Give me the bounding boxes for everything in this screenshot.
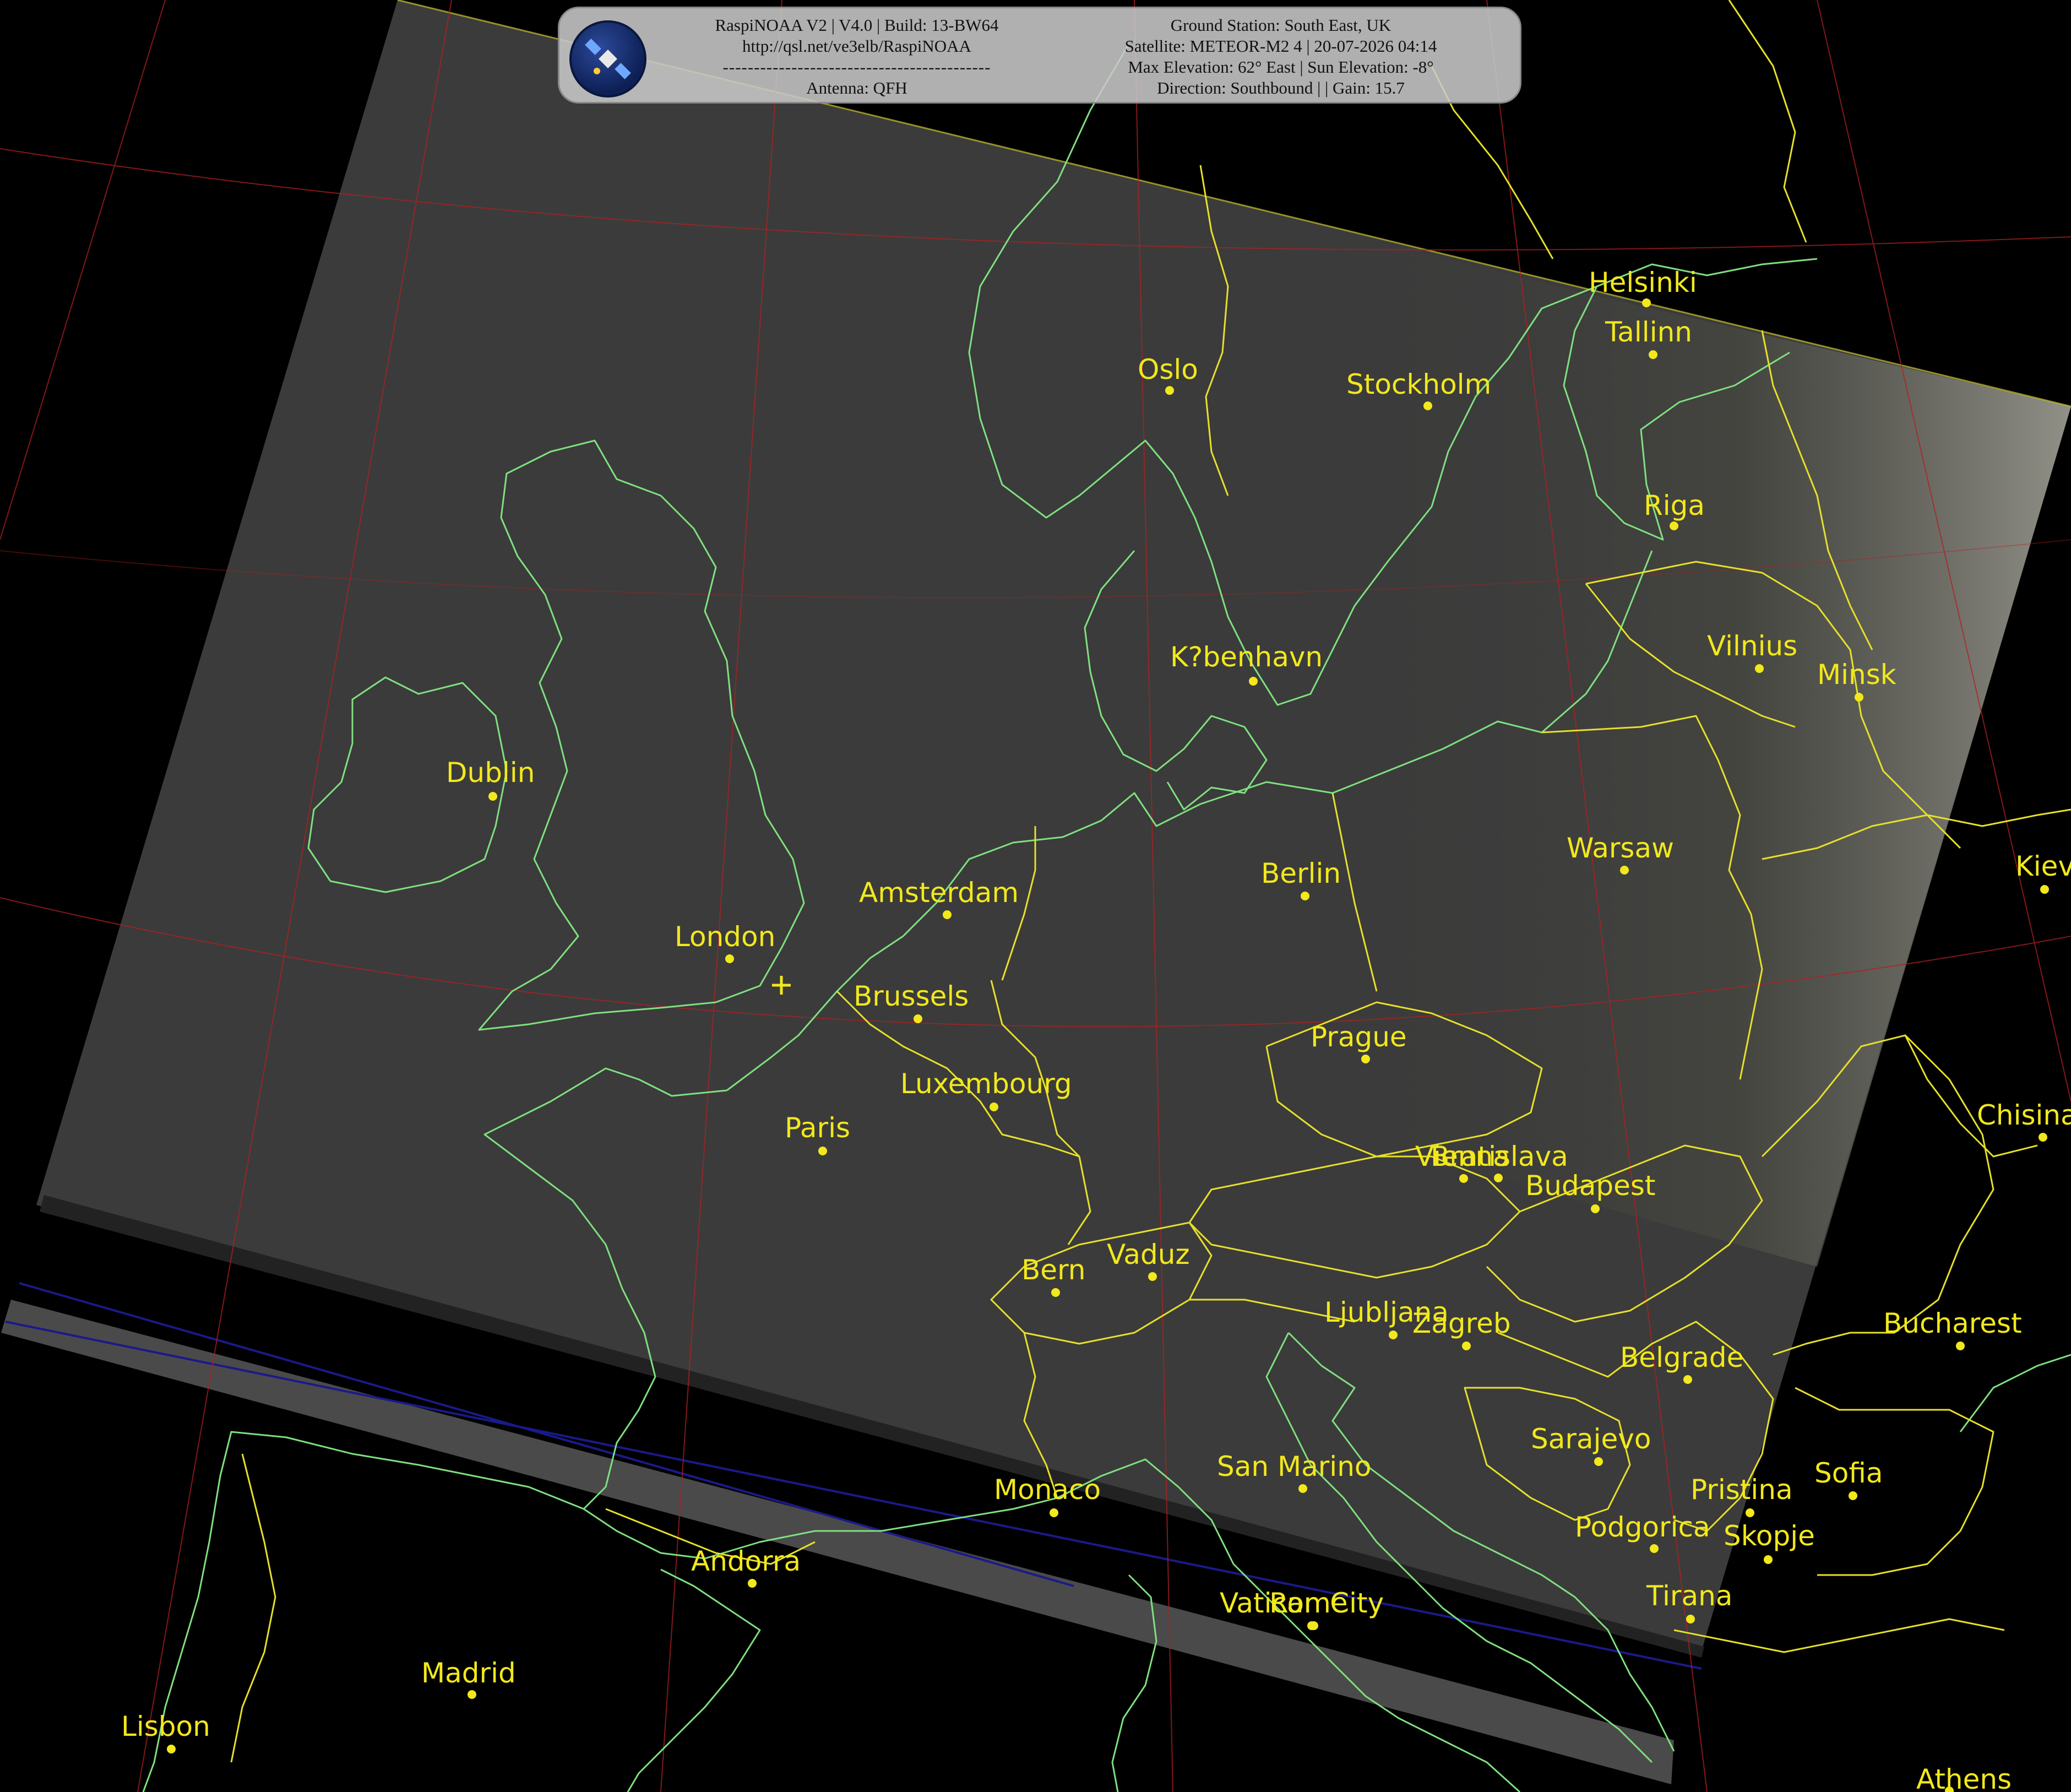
city-label-athens: Athens xyxy=(1916,1763,2012,1792)
city-label-helsinki: Helsinki xyxy=(1589,267,1697,298)
city-dot-zagreb xyxy=(1462,1342,1471,1350)
city-dot-k-benhavn xyxy=(1249,677,1258,686)
city-label-andorra: Andorra xyxy=(691,1545,801,1577)
city-dot-dublin xyxy=(488,792,497,801)
city-dot-belgrade xyxy=(1683,1375,1692,1384)
city-label-k-benhavn: K?benhavn xyxy=(1170,641,1323,673)
city-dot-bratislava xyxy=(1494,1174,1503,1182)
header-satellite: Satellite: METEOR-M2 4 | 20-07-2026 04:1… xyxy=(1124,36,1437,56)
spain-portugal-border xyxy=(230,1453,276,1763)
city-dot-vaduz xyxy=(1148,1272,1157,1281)
city-dot-amsterdam xyxy=(943,910,952,919)
city-label-chisinau: Chisinau xyxy=(1977,1099,2071,1131)
city-dot-ljubljana xyxy=(1389,1331,1398,1339)
city-dot-budapest xyxy=(1591,1204,1600,1213)
header-antenna: Antenna: QFH xyxy=(806,78,907,97)
city-label-podgorica: Podgorica xyxy=(1575,1511,1710,1543)
satellite-map: Helsinki Tallinn Oslo Stockholm Riga K?benhav… xyxy=(0,0,2071,1792)
city-label-sofia: Sofia xyxy=(1814,1457,1883,1489)
header-separator: ----------------------------------------… xyxy=(722,57,991,77)
black-sea-coast xyxy=(1959,1354,2071,1432)
city-label-skopje: Skopje xyxy=(1724,1520,1815,1552)
city-label-warsaw: Warsaw xyxy=(1567,832,1674,864)
header-url: http://qsl.net/ve3elb/RaspiNOAA xyxy=(742,36,971,56)
city-dot-pristina xyxy=(1746,1508,1754,1517)
city-dot-warsaw xyxy=(1620,866,1629,875)
city-label-belgrade: Belgrade xyxy=(1620,1342,1743,1373)
city-dot-vienna xyxy=(1459,1174,1468,1183)
header-version: RaspiNOAA V2 | V4.0 | Build: 13-BW64 xyxy=(715,15,999,35)
city-label-madrid: Madrid xyxy=(421,1657,516,1689)
iberia-med-coast xyxy=(627,1568,761,1792)
city-dot-bern xyxy=(1051,1288,1060,1297)
city-label-tirana: Tirana xyxy=(1646,1580,1732,1612)
city-dot-skopje xyxy=(1764,1555,1773,1564)
moldova-border xyxy=(1904,1035,2038,1158)
city-dot-bucharest xyxy=(1956,1342,1965,1350)
city-dot-madrid xyxy=(468,1690,476,1699)
city-dot-rome xyxy=(1309,1621,1318,1630)
city-dot-minsk xyxy=(1855,693,1863,702)
greece-border xyxy=(1673,1618,2005,1653)
satellite-icon xyxy=(569,20,646,97)
city-label-sarajevo: Sarajevo xyxy=(1531,1423,1651,1455)
city-label-bern: Bern xyxy=(1021,1254,1085,1286)
city-dot-paris xyxy=(818,1147,827,1155)
header-station: Ground Station: South East, UK xyxy=(1170,15,1391,35)
city-dot-luxembourg xyxy=(990,1103,998,1111)
city-label-minsk: Minsk xyxy=(1817,659,1896,691)
city-dot-brussels xyxy=(914,1014,922,1023)
city-label-pristina: Pristina xyxy=(1690,1474,1793,1506)
city-label-bratislava: Bratislava xyxy=(1431,1141,1568,1172)
city-dot-chisinau xyxy=(2039,1133,2047,1142)
city-dot-kiev xyxy=(2040,885,2049,894)
city-dot-vilnius xyxy=(1755,664,1764,673)
city-dot-oslo xyxy=(1165,386,1174,395)
city-label-paris: Paris xyxy=(785,1112,850,1144)
city-dot-lisbon xyxy=(167,1745,176,1753)
city-dot-helsinki xyxy=(1642,298,1651,307)
city-label-dublin: Dublin xyxy=(446,757,535,789)
city-label-tallinn: Tallinn xyxy=(1605,316,1692,348)
city-dot-berlin xyxy=(1301,892,1309,900)
city-label-riga: Riga xyxy=(1644,490,1705,522)
city-label-monaco: Monaco xyxy=(994,1474,1101,1506)
city-label-berlin: Berlin xyxy=(1261,857,1341,889)
header-elevation: Max Elevation: 62° East | Sun Elevation:… xyxy=(1128,57,1434,77)
city-label-bucharest: Bucharest xyxy=(1883,1307,2022,1339)
city-label-rome: Rome xyxy=(1269,1587,1348,1619)
city-label-stockholm: Stockholm xyxy=(1346,368,1491,400)
header-direction: Direction: Southbound | | Gain: 15.7 xyxy=(1157,78,1405,97)
city-dot-london xyxy=(725,954,734,963)
city-dot-podgorica xyxy=(1650,1544,1659,1553)
city-dot-sarajevo xyxy=(1594,1457,1603,1466)
pass-info-panel: RaspiNOAA V2 | V4.0 | Build: 13-BW64 htt… xyxy=(558,7,1521,104)
city-label-kiev: Kiev xyxy=(2015,850,2071,882)
city-label-oslo: Oslo xyxy=(1138,354,1198,385)
city-label-budapest: Budapest xyxy=(1525,1170,1656,1202)
city-dot-stockholm xyxy=(1423,401,1432,410)
city-dot-andorra xyxy=(748,1579,757,1588)
city-dot-san-marino xyxy=(1298,1484,1307,1493)
city-label-vilnius: Vilnius xyxy=(1707,630,1797,662)
city-label-lisbon: Lisbon xyxy=(121,1710,210,1742)
city-label-san-marino: San Marino xyxy=(1217,1451,1371,1483)
city-label-brussels: Brussels xyxy=(854,980,969,1012)
city-dot-prague xyxy=(1361,1055,1370,1063)
city-dot-monaco xyxy=(1050,1508,1058,1517)
city-label-prague: Prague xyxy=(1311,1021,1407,1053)
city-label-luxembourg: Luxembourg xyxy=(900,1068,1072,1100)
city-label-amsterdam: Amsterdam xyxy=(859,877,1019,909)
city-dot-riga xyxy=(1670,522,1678,530)
city-dot-sofia xyxy=(1849,1491,1857,1500)
city-dot-tirana xyxy=(1686,1615,1695,1623)
city-label-london: London xyxy=(675,921,775,953)
city-dot-tallinn xyxy=(1649,350,1657,359)
city-label-vaduz: Vaduz xyxy=(1107,1239,1190,1270)
city-label-zagreb: Zagreb xyxy=(1412,1307,1511,1339)
finland-russia-border xyxy=(1728,0,1807,243)
